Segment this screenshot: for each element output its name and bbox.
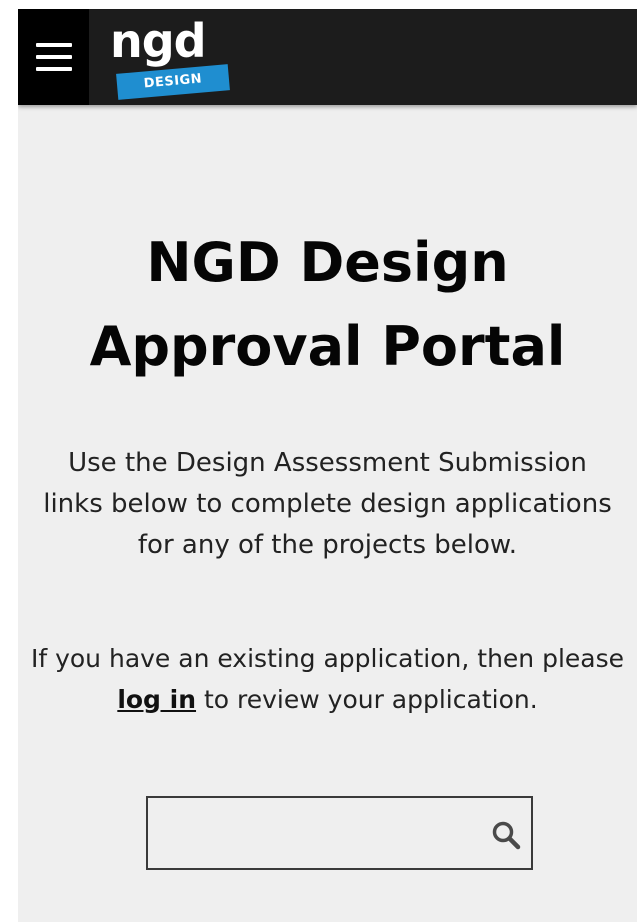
log-in-link[interactable]: log in: [117, 685, 196, 714]
page-title-line-1: NGD Design: [146, 231, 509, 294]
ngd-design-logo[interactable]: ngd DESIGN: [103, 14, 233, 100]
login-prompt: If you have an existing application, the…: [18, 638, 637, 720]
intro-text: Use the Design Assessment Submission lin…: [43, 448, 612, 560]
page-title-line-2: Approval Portal: [89, 315, 566, 378]
menu-icon: [35, 43, 72, 71]
logo-wordmark: ngd: [110, 14, 207, 68]
menu-button[interactable]: [18, 9, 89, 105]
page: ngd DESIGN NGD Design Approval Portal Us…: [18, 9, 637, 922]
search-box: [146, 796, 533, 870]
search-input[interactable]: [148, 798, 478, 868]
login-prompt-prefix: If you have an existing application, the…: [30, 644, 625, 673]
login-prompt-suffix: to review your application.: [196, 685, 538, 714]
top-navigation-bar: ngd DESIGN: [18, 9, 637, 105]
page-title: NGD Design Approval Portal: [18, 221, 637, 389]
search-icon[interactable]: [491, 820, 521, 850]
